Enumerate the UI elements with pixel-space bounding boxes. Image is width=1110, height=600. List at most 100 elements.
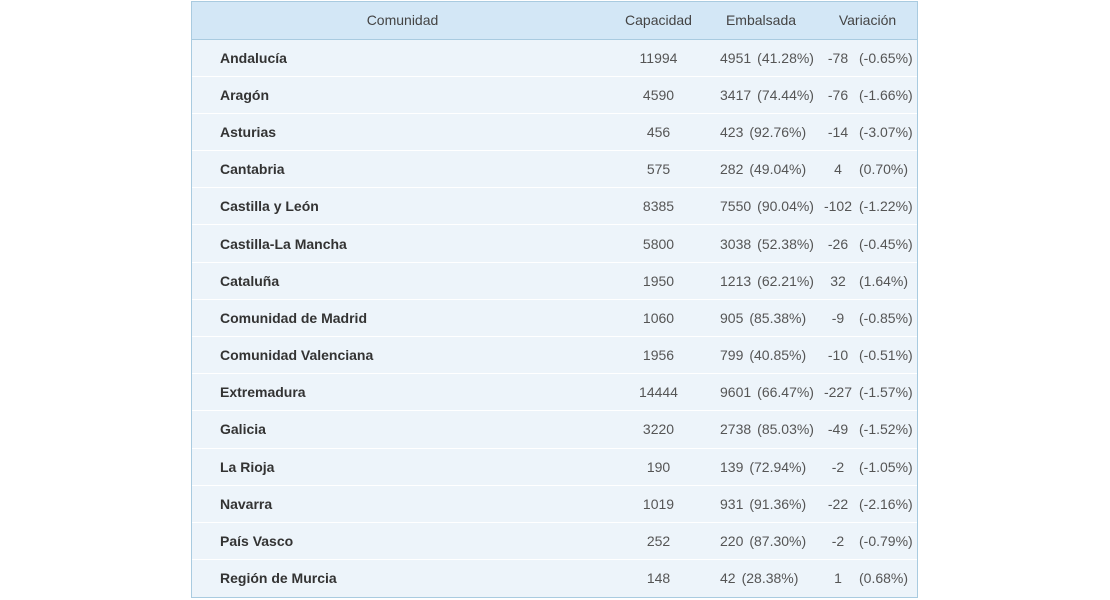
cell-variacion: -78 (-0.65%) (818, 39, 917, 77)
variacion-percent: (1.64%) (859, 272, 909, 289)
cell-variacion: 4 (0.70%) (818, 150, 917, 189)
cell-variacion: 1 (0.68%) (818, 560, 917, 597)
variacion-value: -9 (831, 309, 845, 326)
table-row: Galicia 3220 2738 (85.03%) -49 (-1.52%) (192, 410, 917, 449)
variacion-value: -22 (827, 495, 849, 512)
variacion-value: -102 (823, 198, 853, 215)
variacion-percent: (-3.07%) (859, 123, 913, 140)
table-row: País Vasco 252 220 (87.30%) -2 (-0.79%) (192, 522, 917, 561)
table-row: Cantabria 575 282 (49.04%) 4 (0.70%) (192, 150, 917, 189)
reservoir-data-table: Comunidad Capacidad Embalsada Variación … (192, 2, 917, 597)
cell-capacidad: 3220 (613, 410, 704, 449)
table-row: Aragón 4590 3417 (74.44%) -76 (-1.66%) (192, 76, 917, 114)
cell-comunidad: Extremadura (192, 373, 613, 412)
cell-capacidad: 4590 (613, 76, 704, 114)
header-comunidad[interactable]: Comunidad (192, 2, 613, 40)
cell-embalsada: 4951 (41.28%) (704, 39, 818, 77)
cell-variacion: 32 (1.64%) (818, 262, 917, 300)
embalsada-percent: (74.44%) (757, 86, 814, 103)
embalsada-value: 905 (720, 309, 744, 326)
cell-comunidad: País Vasco (192, 522, 613, 561)
variacion-value: -14 (827, 123, 849, 140)
cell-capacidad: 252 (613, 522, 704, 561)
cell-embalsada: 220 (87.30%) (704, 522, 818, 561)
table-row: Andalucía 11994 4951 (41.28%) -78 (-0.65%) (192, 39, 917, 77)
cell-variacion: -9 (-0.85%) (818, 299, 917, 338)
embalsada-value: 799 (720, 347, 744, 364)
cell-embalsada: 3417 (74.44%) (704, 76, 818, 114)
table-header-row: Comunidad Capacidad Embalsada Variación (192, 2, 917, 40)
cell-variacion: -2 (-0.79%) (818, 522, 917, 561)
cell-capacidad: 5800 (613, 224, 704, 263)
variacion-value: 32 (830, 272, 846, 289)
cell-capacidad: 1950 (613, 262, 704, 300)
cell-embalsada: 799 (40.85%) (704, 336, 818, 375)
embalsada-percent: (52.38%) (757, 235, 814, 252)
embalsada-percent: (90.04%) (757, 198, 814, 215)
variacion-percent: (-1.66%) (859, 86, 913, 103)
cell-embalsada: 905 (85.38%) (704, 299, 818, 338)
cell-capacidad: 148 (646, 570, 671, 587)
variacion-value: -26 (827, 235, 849, 252)
cell-embalsada: 139 (72.94%) (704, 448, 818, 486)
cell-comunidad: Cantabria (192, 150, 613, 189)
cell-variacion: -102 (-1.22%) (818, 187, 917, 226)
header-embalsada[interactable]: Embalsada (704, 2, 818, 40)
variacion-percent: (-2.16%) (859, 495, 913, 512)
embalsada-percent: (87.30%) (749, 533, 807, 550)
variacion-percent: (-0.51%) (859, 347, 913, 364)
header-variacion[interactable]: Variación (818, 2, 917, 40)
header-capacidad[interactable]: Capacidad (613, 2, 704, 40)
variacion-value: -76 (827, 86, 849, 103)
embalsada-value: 1213 (720, 272, 752, 289)
variacion-percent: (-0.79%) (859, 533, 913, 550)
cell-variacion: -227 (-1.57%) (818, 373, 917, 412)
variacion-value: -49 (827, 421, 849, 438)
embalsada-value: 931 (720, 495, 744, 512)
table-row: Asturias 456 423 (92.76%) -14 (-3.07%) (192, 113, 917, 152)
cell-variacion: -14 (-3.07%) (818, 113, 917, 152)
table-row: Extremadura 14444 9601 (66.47%) -227 (-1.57%) (192, 373, 917, 412)
cell-comunidad: Castilla y León (192, 187, 613, 226)
cell-embalsada: 2738 (85.03%) (704, 410, 818, 449)
embalsada-percent: (66.47%) (757, 384, 814, 401)
table-row: Comunidad de Madrid 1060 905 (85.38%) -9 (-0.… (192, 299, 917, 338)
embalsada-value: 2738 (720, 421, 752, 438)
embalsada-percent: (28.38%) (741, 570, 799, 587)
cell-capacidad: 1060 (613, 299, 704, 338)
embalsada-percent: (40.85%) (749, 347, 807, 364)
cell-variacion: -2 (-1.05%) (818, 448, 917, 486)
embalsada-percent: (92.76%) (749, 123, 807, 140)
variacion-percent: (-0.65%) (859, 49, 913, 66)
variacion-value: -227 (823, 384, 853, 401)
cell-variacion: -76 (-1.66%) (818, 76, 917, 114)
embalsada-percent: (85.38%) (749, 309, 807, 326)
embalsada-percent: (49.04%) (749, 161, 807, 178)
variacion-value: 4 (834, 161, 842, 178)
cell-comunidad: Navarra (192, 485, 613, 523)
cell-embalsada: 1213 (62.21%) (704, 262, 818, 300)
cell-comunidad: Andalucía (192, 39, 613, 77)
cell-capacidad: 456 (613, 113, 704, 152)
embalsada-percent: (85.03%) (757, 421, 814, 438)
cell-capacidad: 190 (613, 448, 704, 486)
cell-comunidad: Región de Murcia (220, 570, 337, 587)
cell-capacidad: 14444 (613, 373, 704, 412)
variacion-percent: (0.70%) (859, 161, 909, 178)
cell-comunidad: Galicia (192, 410, 613, 449)
cell-comunidad: Comunidad Valenciana (192, 336, 613, 375)
embalsada-value: 9601 (720, 384, 752, 401)
variacion-percent: (-1.05%) (859, 458, 913, 475)
table-row: Navarra 1019 931 (91.36%) -22 (-2.16%) (192, 485, 917, 523)
embalsada-value: 139 (720, 458, 744, 475)
cell-embalsada: 282 (49.04%) (704, 150, 818, 189)
embalsada-percent: (41.28%) (757, 49, 814, 66)
cell-embalsada: 9601 (66.47%) (704, 373, 818, 412)
cell-capacidad: 1019 (613, 485, 704, 523)
cell-comunidad: La Rioja (192, 448, 613, 486)
cell-capacidad: 1956 (613, 336, 704, 375)
variacion-percent: (-0.45%) (859, 235, 913, 252)
reservoir-table: Comunidad Capacidad Embalsada Variación … (191, 1, 918, 598)
cell-variacion: -10 (-0.51%) (818, 336, 917, 375)
variacion-percent: (-1.52%) (859, 421, 913, 438)
